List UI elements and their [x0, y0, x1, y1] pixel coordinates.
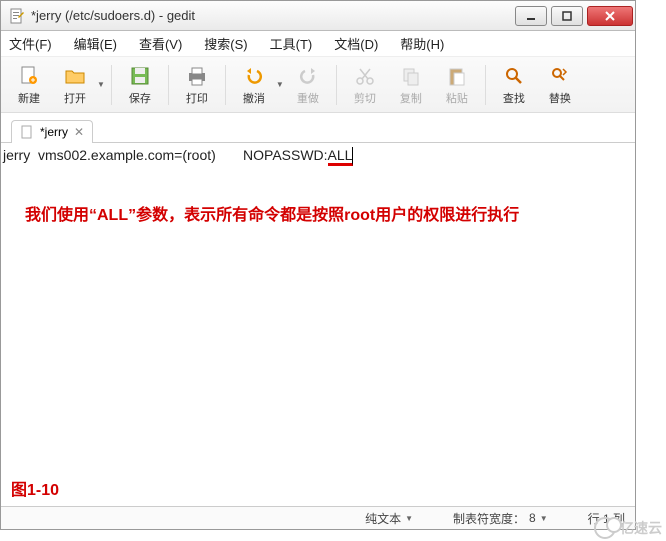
cut-label: 剪切 — [354, 90, 376, 106]
find-label: 查找 — [503, 90, 525, 106]
save-icon — [128, 64, 152, 88]
new-button[interactable]: 新建 — [7, 64, 51, 106]
menu-help[interactable]: 帮助(H) — [396, 32, 448, 55]
new-label: 新建 — [18, 90, 40, 106]
open-label: 打开 — [64, 90, 86, 106]
editor-text-all: ALL — [328, 147, 354, 166]
titlebar: *jerry (/etc/sudoers.d) - gedit — [1, 1, 635, 31]
menu-doc[interactable]: 文档(D) — [330, 32, 382, 55]
annotation-figure: 图1-10 — [11, 476, 59, 500]
undo-dropdown-icon[interactable]: ▼ — [276, 80, 284, 89]
annotation-main: 我们使用“ALL”参数，表示所有命令都是按照root用户的权限进行执行 — [25, 201, 611, 225]
save-button[interactable]: 保存 — [118, 64, 162, 106]
editor-text-pre: jerry vms002.example.com=(root) NOPASSWD… — [3, 147, 328, 163]
tabwidth-label: 制表符宽度： — [453, 510, 525, 527]
print-icon — [185, 64, 209, 88]
replace-icon — [548, 64, 572, 88]
watermark: 亿速云 — [594, 517, 662, 539]
redo-icon — [296, 64, 320, 88]
menubar: 文件(F) 编辑(E) 查看(V) 搜索(S) 工具(T) 文档(D) 帮助(H… — [1, 31, 635, 57]
menu-view[interactable]: 查看(V) — [135, 32, 186, 55]
copy-icon — [399, 64, 423, 88]
close-button[interactable] — [587, 6, 633, 26]
chevron-down-icon: ▼ — [540, 514, 548, 523]
filetype-selector[interactable]: 纯文本 ▼ — [365, 510, 413, 527]
window-title: *jerry (/etc/sudoers.d) - gedit — [31, 8, 515, 23]
document-new-icon — [17, 64, 41, 88]
search-icon — [502, 64, 526, 88]
statusbar: 纯文本▼ 制表符宽度：8▼ 行 1,列 — [1, 507, 635, 529]
tabwidth-selector[interactable]: 制表符宽度： 8 ▼ — [453, 510, 548, 527]
menu-file[interactable]: 文件(F) — [5, 32, 56, 55]
menu-edit[interactable]: 编辑(E) — [70, 32, 121, 55]
undo-label: 撤消 — [243, 90, 265, 106]
paste-button: 粘贴 — [435, 64, 479, 106]
maximize-button[interactable] — [551, 6, 583, 26]
open-dropdown-icon[interactable]: ▼ — [97, 80, 105, 89]
tab-jerry[interactable]: *jerry ✕ — [11, 120, 93, 143]
text-editor[interactable]: jerry vms002.example.com=(root) NOPASSWD… — [1, 143, 635, 507]
tab-close-icon[interactable]: ✕ — [74, 125, 84, 139]
print-button[interactable]: 打印 — [175, 64, 219, 106]
menu-search[interactable]: 搜索(S) — [200, 32, 251, 55]
menu-tools[interactable]: 工具(T) — [266, 32, 317, 55]
print-label: 打印 — [186, 90, 208, 106]
chevron-down-icon: ▼ — [405, 514, 413, 523]
file-icon — [20, 125, 34, 139]
toolbar: 新建 打开 ▼ 保存 打印 撤消 ▼ 重做 剪切 复制 粘贴 查找 替换 — [1, 57, 635, 113]
filetype-label: 纯文本 — [365, 510, 401, 527]
copy-button: 复制 — [389, 64, 433, 106]
find-button[interactable]: 查找 — [492, 64, 536, 106]
editor-line-1: jerry vms002.example.com=(root) NOPASSWD… — [3, 147, 633, 166]
tab-label: *jerry — [40, 125, 68, 139]
undo-button[interactable]: 撤消 — [232, 64, 276, 106]
replace-label: 替换 — [549, 90, 571, 106]
save-label: 保存 — [129, 90, 151, 106]
redo-button: 重做 — [286, 64, 330, 106]
copy-label: 复制 — [400, 90, 422, 106]
watermark-logo-icon — [594, 517, 616, 539]
paste-label: 粘贴 — [446, 90, 468, 106]
replace-button[interactable]: 替换 — [538, 64, 582, 106]
folder-open-icon — [63, 64, 87, 88]
redo-label: 重做 — [297, 90, 319, 106]
cut-button: 剪切 — [343, 64, 387, 106]
paste-icon — [445, 64, 469, 88]
tabwidth-value: 8 — [529, 511, 536, 525]
undo-icon — [242, 64, 266, 88]
open-button[interactable]: 打开 — [53, 64, 97, 106]
tab-bar: *jerry ✕ — [1, 113, 635, 143]
cut-icon — [353, 64, 377, 88]
app-icon — [9, 8, 25, 24]
minimize-button[interactable] — [515, 6, 547, 26]
watermark-text: 亿速云 — [620, 518, 662, 538]
